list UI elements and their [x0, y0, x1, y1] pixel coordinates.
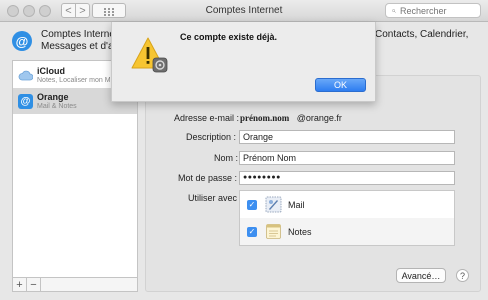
title-bar: < > Comptes Internet: [0, 0, 488, 22]
at-sign-icon: @: [18, 93, 33, 109]
app-row-mail[interactable]: ✓ Mail: [240, 191, 454, 218]
search-input[interactable]: [400, 5, 480, 16]
email-username: prénom.nom: [240, 113, 290, 123]
add-account-button[interactable]: +: [13, 278, 27, 291]
search-field[interactable]: [385, 3, 481, 18]
internet-accounts-icon: @: [12, 31, 32, 51]
description-label: Description :: [186, 132, 237, 142]
alert-message: Ce compte existe déjà.: [180, 32, 278, 42]
account-services: Notes, Localiser mon M: [37, 76, 111, 84]
icloud-icon: [18, 68, 33, 83]
account-services: Mail & Notes: [37, 102, 77, 110]
mail-stamp-icon: [265, 196, 282, 213]
name-label: Nom :: [214, 153, 239, 163]
password-label: Mot de passe :: [178, 173, 238, 183]
ok-button[interactable]: OK: [315, 78, 366, 92]
notes-icon: [265, 223, 282, 240]
apps-list: ✓ Mail ✓ Notes: [239, 190, 455, 246]
notes-checkbox[interactable]: ✓: [247, 226, 257, 237]
search-icon: [392, 8, 396, 13]
app-row-notes[interactable]: ✓ Notes: [240, 218, 454, 245]
mail-checkbox[interactable]: ✓: [247, 199, 257, 210]
email-value: prénom.nom @orange.fr: [240, 113, 342, 123]
app-label: Mail: [288, 199, 305, 210]
app-label: Notes: [288, 226, 312, 237]
header-description-right: Contacts, Calendrier,: [375, 29, 469, 40]
sidebar-footer: + −: [12, 278, 138, 292]
name-field[interactable]: [239, 151, 455, 165]
remove-account-button[interactable]: −: [27, 278, 41, 291]
account-name: iCloud: [37, 65, 65, 76]
description-field[interactable]: [239, 130, 455, 144]
password-field[interactable]: ●●●●●●●●: [239, 171, 455, 185]
advanced-button[interactable]: Avancé…: [396, 268, 446, 283]
warning-icon: [130, 36, 170, 74]
email-domain: @orange.fr: [296, 113, 342, 123]
alert-sheet: Ce compte existe déjà. OK: [111, 22, 376, 102]
email-label: Adresse e-mail :: [174, 113, 240, 123]
help-button[interactable]: ?: [456, 269, 469, 282]
use-with-label: Utiliser avec :: [188, 193, 243, 203]
account-name: Orange: [37, 91, 69, 102]
